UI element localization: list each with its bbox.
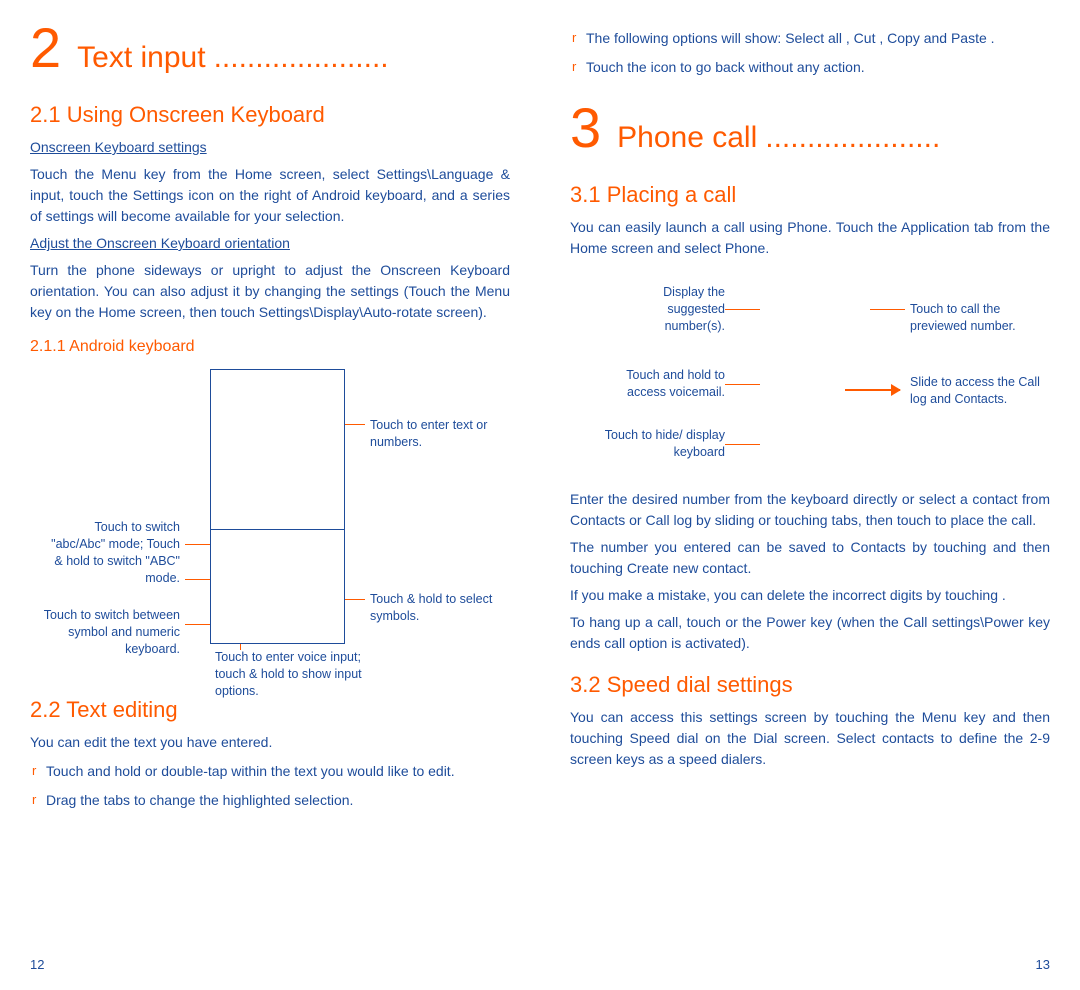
para-delete-digits: If you make a mistake, you can delete th… <box>570 585 1050 606</box>
dot-leader: ..................... <box>765 115 1050 160</box>
section-3-1-title: 3.1 Placing a call <box>570 178 1050 211</box>
label-slide-access: Slide to access the Call log and Contact… <box>910 374 1050 408</box>
label-call-preview: Touch to call the previewed number. <box>910 301 1050 335</box>
connector <box>345 424 365 425</box>
para-placing-call: You can easily launch a call using Phone… <box>570 217 1050 259</box>
section-2-1-title: 2.1 Using Onscreen Keyboard <box>30 98 510 131</box>
para-kbd-settings: Touch the Menu key from the Home screen,… <box>30 164 510 227</box>
connector <box>725 384 760 385</box>
page-right: The following options will show: Select … <box>540 0 1080 990</box>
subhead-orientation: Adjust the Onscreen Keyboard orientation <box>30 233 510 254</box>
chapter-number: 2 <box>30 20 61 76</box>
label-hold-symbols: Touch & hold to select symbols. <box>370 591 500 625</box>
label-abc-mode: Touch to switch "abc/Abc" mode; Touch & … <box>40 519 180 587</box>
page-number-left: 12 <box>30 955 44 975</box>
label-display-suggested: Display the suggested number(s). <box>645 284 725 335</box>
chapter-number: 3 <box>570 100 601 156</box>
bullet-back-icon: Touch the icon to go back without any ac… <box>570 57 1050 78</box>
page-left: 2 Text input ..................... 2.1 U… <box>0 0 540 990</box>
para-hang-up: To hang up a call, touch or the Power ke… <box>570 612 1050 654</box>
label-hide-keyboard: Touch to hide/ display keyboard <box>600 427 725 461</box>
arrow-right-icon <box>845 389 900 391</box>
chapter-title: Text input <box>77 35 205 80</box>
connector <box>725 444 760 445</box>
para-text-editing: You can edit the text you have entered. <box>30 732 510 753</box>
label-voicemail: Touch and hold to access voicemail. <box>595 367 725 401</box>
dot-leader: ..................... <box>214 35 510 80</box>
para-enter-number: Enter the desired number from the keyboa… <box>570 489 1050 531</box>
label-voice-input: Touch to enter voice input; touch & hold… <box>215 649 385 700</box>
chapter-header: 3 Phone call ..................... <box>570 100 1050 160</box>
para-speed-dial: You can access this settings screen by t… <box>570 707 1050 770</box>
section-3-2-title: 3.2 Speed dial settings <box>570 668 1050 701</box>
para-save-contact: The number you entered can be saved to C… <box>570 537 1050 579</box>
label-enter-text: Touch to enter text or numbers. <box>370 417 500 451</box>
page-number-right: 13 <box>1036 955 1050 975</box>
label-symbol-mode: Touch to switch between symbol and numer… <box>40 607 180 658</box>
keyboard-figure: Touch to enter text or numbers. Touch to… <box>30 369 510 679</box>
subhead-kbd-settings: Onscreen Keyboard settings <box>30 137 510 158</box>
bullet-edit-2: Drag the tabs to change the highlighted … <box>30 790 510 811</box>
connector <box>185 544 210 545</box>
para-orientation: Turn the phone sideways or upright to ad… <box>30 260 510 323</box>
connector <box>870 309 905 310</box>
keyboard-outline <box>210 529 345 644</box>
chapter-header: 2 Text input ..................... <box>30 20 510 80</box>
connector <box>185 624 210 625</box>
phone-figure: Display the suggested number(s). Touch t… <box>570 269 1050 479</box>
chapter-title: Phone call <box>617 115 757 160</box>
connector <box>185 579 210 580</box>
connector <box>725 309 760 310</box>
connector <box>345 599 365 600</box>
bullet-edit-1: Touch and hold or double-tap within the … <box>30 761 510 782</box>
section-2-1-1-title: 2.1.1 Android keyboard <box>30 335 510 359</box>
bullet-options: The following options will show: Select … <box>570 28 1050 49</box>
